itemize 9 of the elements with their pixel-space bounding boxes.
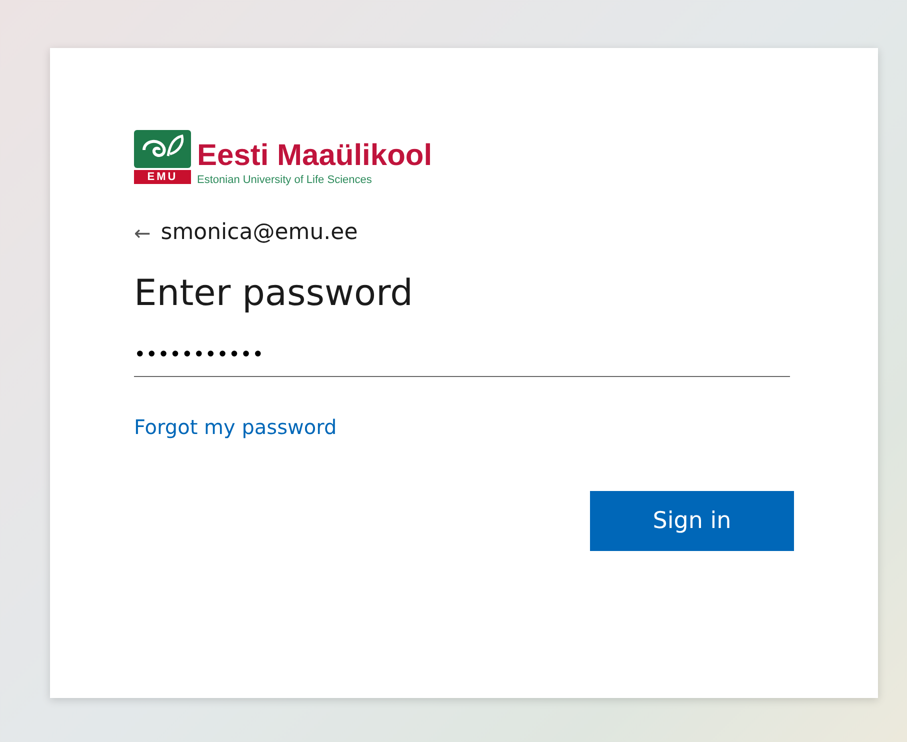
leaf-swirl-icon (134, 130, 191, 168)
sign-in-button[interactable]: Sign in (590, 491, 794, 551)
logo-subtitle: Estonian University of Life Sciences (197, 174, 373, 186)
page-title: Enter password (134, 273, 414, 314)
logo-name: Eesti Maaülikool (197, 140, 432, 172)
account-email: smonica@emu.ee (160, 220, 358, 245)
logo-abbreviation: EMU (134, 170, 191, 184)
back-button[interactable]: ← (134, 220, 151, 244)
forgot-password-link[interactable]: Forgot my password (134, 415, 337, 439)
